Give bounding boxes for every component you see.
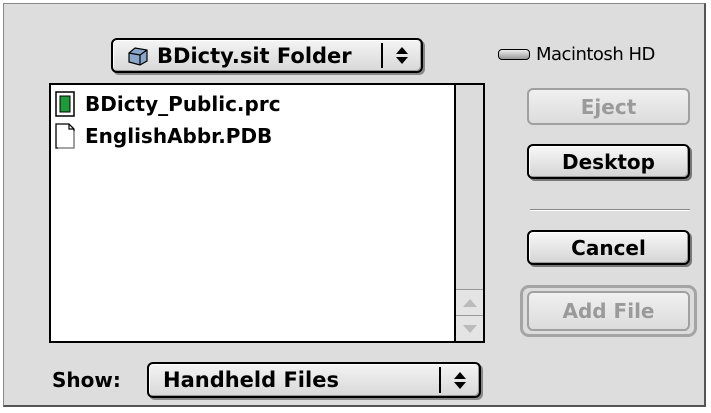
document-icon <box>55 123 75 149</box>
folder-icon <box>127 46 149 66</box>
scroll-down-arrow[interactable] <box>456 315 483 341</box>
folder-popup[interactable]: BDicty.sit Folder <box>111 38 423 73</box>
file-list[interactable]: BDicty_Public.prc EnglishAbbr.PDB <box>49 83 485 343</box>
volume-indicator: Macintosh HD <box>498 44 655 65</box>
desktop-button-label: Desktop <box>562 149 655 174</box>
show-popup[interactable]: Handheld Files <box>147 362 481 398</box>
show-popup-value: Handheld Files <box>163 368 339 392</box>
file-name: EnglishAbbr.PDB <box>85 124 273 148</box>
popup-arrows-icon <box>383 40 421 71</box>
hard-drive-icon <box>498 49 530 60</box>
volume-name: Macintosh HD <box>536 44 655 65</box>
popup-arrows-icon <box>441 364 479 396</box>
cancel-button-label: Cancel <box>571 235 646 260</box>
add-file-button-label: Add File <box>562 299 655 323</box>
list-item[interactable]: BDicty_Public.prc <box>55 89 281 119</box>
file-name: BDicty_Public.prc <box>85 92 281 116</box>
folder-popup-label: BDicty.sit Folder <box>157 43 352 68</box>
eject-button[interactable]: Eject <box>527 88 690 125</box>
eject-button-label: Eject <box>580 94 637 119</box>
cancel-button[interactable]: Cancel <box>527 230 690 265</box>
triangle-up-icon <box>462 298 477 307</box>
list-item[interactable]: EnglishAbbr.PDB <box>55 121 272 151</box>
scroll-up-arrow[interactable] <box>456 289 483 315</box>
show-label: Show: <box>52 368 121 392</box>
divider <box>530 209 690 211</box>
open-file-dialog: BDicty.sit Folder Macintosh HD BDicty_Pu… <box>3 3 706 407</box>
vertical-scrollbar[interactable] <box>454 85 483 341</box>
palm-app-icon <box>55 91 75 117</box>
triangle-down-icon <box>462 324 477 333</box>
desktop-button[interactable]: Desktop <box>527 144 690 179</box>
add-file-button[interactable]: Add File <box>527 291 690 331</box>
